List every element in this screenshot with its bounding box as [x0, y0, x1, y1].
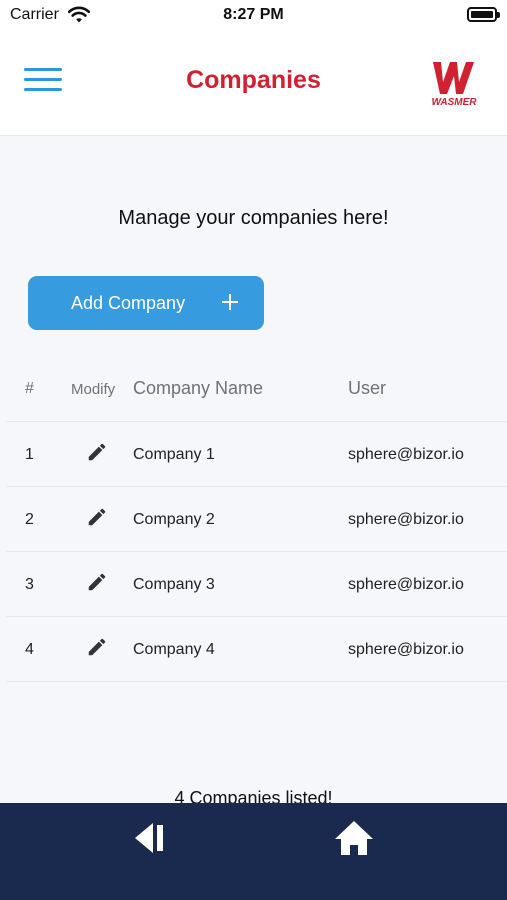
logo-text: WASMER	[432, 97, 478, 108]
company-name: Company 3	[133, 576, 215, 593]
edit-pencil-icon[interactable]	[86, 636, 108, 658]
company-user: sphere@bizor.io	[348, 641, 464, 658]
app-header: Companies WASMER	[0, 32, 507, 136]
header-company-name[interactable]: Company Name	[133, 378, 263, 399]
status-bar: Carrier 8:27 PM	[0, 0, 507, 32]
row-number: 3	[25, 576, 34, 593]
row-number: 2	[25, 511, 34, 528]
table-row: 3 Company 3 sphere@bizor.io	[6, 552, 507, 617]
add-company-label: Add Company	[71, 293, 186, 313]
company-name: Company 4	[133, 641, 215, 658]
back-icon[interactable]	[131, 821, 167, 855]
company-user: sphere@bizor.io	[348, 576, 464, 593]
row-number: 1	[25, 446, 34, 463]
table-row: 1 Company 1 sphere@bizor.io	[6, 422, 507, 487]
header-user[interactable]: User	[348, 378, 386, 399]
plus-icon	[221, 293, 239, 311]
page-subtitle: Manage your companies here!	[118, 207, 389, 229]
add-company-button[interactable]: Add Company	[28, 276, 264, 330]
table-row: 4 Company 4 sphere@bizor.io	[6, 617, 507, 682]
edit-pencil-icon[interactable]	[86, 441, 108, 463]
home-icon[interactable]	[333, 819, 375, 857]
companies-table: # Modify Company Name User 1 Company 1 s…	[6, 356, 507, 682]
table-row: 2 Company 2 sphere@bizor.io	[6, 487, 507, 552]
header-modify: Modify	[71, 381, 116, 398]
edit-pencil-icon[interactable]	[86, 571, 108, 593]
table-header: # Modify Company Name User	[6, 356, 507, 422]
header-number: #	[25, 380, 34, 397]
clock: 8:27 PM	[223, 6, 284, 23]
company-user: sphere@bizor.io	[348, 511, 464, 528]
company-name: Company 1	[133, 446, 215, 463]
company-user: sphere@bizor.io	[348, 446, 464, 463]
wasmer-logo: WASMER	[432, 62, 478, 108]
company-name: Company 2	[133, 511, 215, 528]
edit-pencil-icon[interactable]	[86, 506, 108, 528]
row-number: 4	[25, 641, 34, 658]
battery-icon	[467, 7, 500, 22]
bottom-nav-bar	[0, 803, 507, 900]
